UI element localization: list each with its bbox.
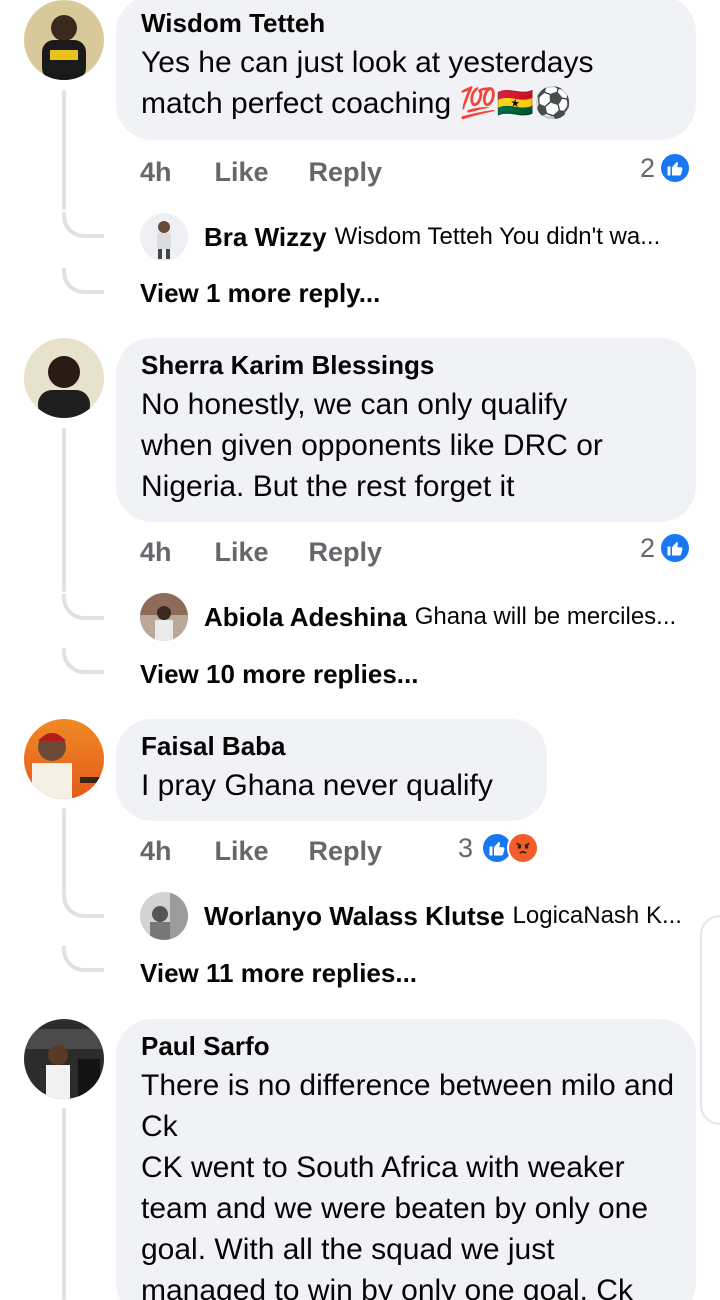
comment-text: No honestly, we can only qualify when gi…: [141, 388, 603, 503]
view-more-replies[interactable]: View 1 more reply...: [140, 276, 380, 310]
comment-actions: 4h Like Reply: [140, 152, 382, 192]
reaction-count: 2: [640, 532, 656, 563]
reply-button[interactable]: Reply: [309, 836, 383, 867]
reply-preview[interactable]: Bra Wizzy Wisdom Tetteh You didn't wa...: [140, 212, 660, 262]
reply-snippet: Ghana will be merciles...: [414, 603, 677, 630]
comment-bubble: Paul Sarfo There is no difference betwee…: [116, 1019, 696, 1300]
comment-text: Yes he can just look at yesterdays match…: [141, 46, 594, 120]
reaction-summary[interactable]: 2: [640, 528, 692, 568]
reaction-summary[interactable]: 2: [640, 148, 692, 188]
comment-bubble: Faisal Baba I pray Ghana never qualify: [116, 719, 547, 821]
avatar[interactable]: [140, 593, 188, 641]
thread-branch: [62, 892, 104, 918]
angry-face-icon: [507, 832, 540, 864]
reaction-count: 2: [640, 152, 656, 183]
thread-branch: [62, 268, 104, 294]
comment-author[interactable]: Faisal Baba: [141, 731, 523, 761]
thread-branch: [62, 946, 104, 972]
thread-line: [62, 1108, 66, 1300]
comment-timestamp[interactable]: 4h: [140, 537, 172, 568]
thread-branch: [62, 594, 104, 620]
thumbs-up-icon: [659, 532, 692, 564]
avatar[interactable]: [24, 1019, 104, 1099]
comment-timestamp[interactable]: 4h: [140, 157, 172, 188]
avatar[interactable]: [24, 719, 104, 799]
reply-author[interactable]: Abiola Adeshina: [204, 602, 407, 633]
thread-line: [62, 90, 66, 210]
comment-bubble: Sherra Karim Blessings No honestly, we c…: [116, 338, 696, 522]
reply-snippet: Wisdom Tetteh You didn't wa...: [334, 223, 661, 250]
view-more-replies[interactable]: View 10 more replies...: [140, 657, 418, 691]
thread-branch: [62, 212, 104, 238]
comment-actions: 4h Like Reply: [140, 831, 382, 871]
view-more-replies[interactable]: View 11 more replies...: [140, 956, 417, 990]
comment-author[interactable]: Paul Sarfo: [141, 1031, 672, 1061]
reply-button[interactable]: Reply: [309, 537, 383, 568]
comment-author[interactable]: Wisdom Tetteh: [141, 8, 672, 38]
reply-preview[interactable]: Abiola Adeshina Ghana will be merciles..…: [140, 592, 676, 642]
comment-actions: 4h Like Reply: [140, 532, 382, 572]
thread-line: [62, 808, 66, 892]
reply-snippet: LogicaNash K...: [512, 902, 682, 929]
comment-timestamp[interactable]: 4h: [140, 836, 172, 867]
like-button[interactable]: Like: [215, 836, 269, 867]
like-button[interactable]: Like: [215, 157, 269, 188]
reply-author[interactable]: Bra Wizzy: [204, 222, 327, 253]
reply-preview[interactable]: Worlanyo Walass Klutse LogicaNash K...: [140, 891, 682, 941]
avatar[interactable]: [24, 338, 104, 418]
reply-author[interactable]: Worlanyo Walass Klutse: [204, 901, 505, 932]
reaction-count: 3: [458, 832, 474, 863]
reaction-summary[interactable]: 3: [458, 828, 540, 868]
thread-branch: [62, 648, 104, 674]
thread-line: [62, 428, 66, 592]
like-button[interactable]: Like: [215, 537, 269, 568]
comment-author[interactable]: Sherra Karim Blessings: [141, 350, 672, 380]
reply-button[interactable]: Reply: [309, 157, 383, 188]
comment-text: There is no difference between milo and …: [141, 1069, 675, 1300]
avatar[interactable]: [140, 892, 188, 940]
comment-text: I pray Ghana never qualify: [141, 769, 493, 802]
avatar[interactable]: [140, 213, 188, 261]
comment-bubble: Wisdom Tetteh Yes he can just look at ye…: [116, 0, 696, 140]
avatar[interactable]: [24, 0, 104, 80]
thumbs-up-icon: [659, 152, 692, 184]
scroll-handle[interactable]: [700, 915, 720, 1125]
